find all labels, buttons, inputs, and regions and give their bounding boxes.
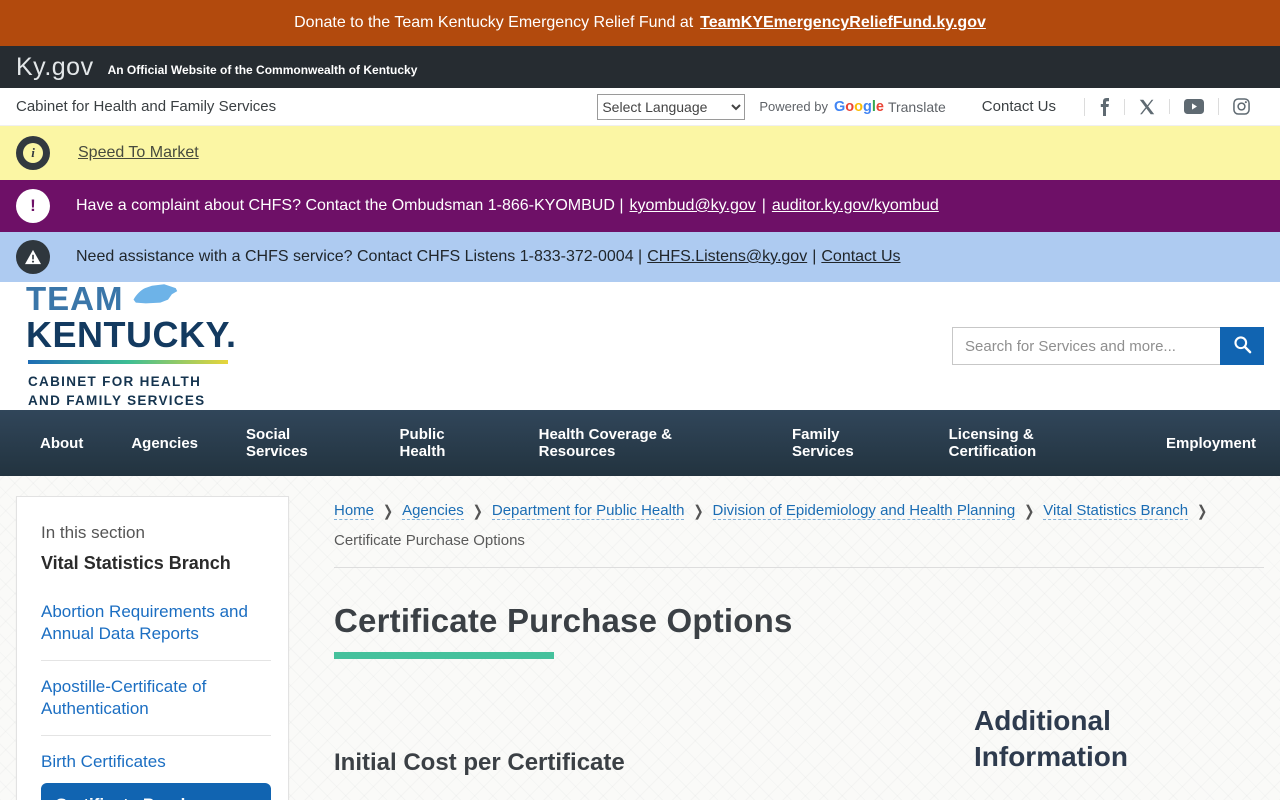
translate-label: Translate [888,99,946,115]
left-column: Initial Cost per Certificate [334,659,974,777]
sidebar-section-title: Vital Statistics Branch [41,553,271,574]
breadcrumb-agencies[interactable]: Agencies [402,502,464,520]
chevron-right-icon: ❯ [473,498,483,523]
instagram-icon[interactable] [1218,98,1264,115]
nav-item-social-services[interactable]: Social Services [222,426,376,460]
initial-cost-heading: Initial Cost per Certificate [334,749,974,777]
warning-icon [16,240,50,274]
breadcrumb-vital-statistics[interactable]: Vital Statistics Branch [1043,502,1188,520]
google-translate-attribution: Powered by Google Translate [759,99,945,115]
chfs-listens-text: Need assistance with a CHFS service? Con… [76,248,642,266]
logo-cabinet-line2: AND FAMILY SERVICES [28,392,237,410]
ombudsman-text: Have a complaint about CHFS? Contact the… [76,197,624,215]
title-accent-bar [334,652,554,659]
official-tagline: An Official Website of the Commonwealth … [108,63,418,77]
agency-bar: Cabinet for Health and Family Services S… [0,88,1280,126]
official-bar: Ky.gov An Official Website of the Common… [0,46,1280,88]
contact-us-alert-link[interactable]: Contact Us [821,248,900,266]
page-title: Certificate Purchase Options [334,602,1264,640]
chevron-right-icon: ❯ [1197,498,1207,523]
breadcrumb: Home ❯ Agencies ❯ Department for Public Heal… [334,498,1264,553]
sidebar-item-birth-certificates[interactable]: Birth Certificates [41,736,271,783]
content-columns: Initial Cost per Certificate Additional … [334,659,1264,777]
x-icon[interactable] [1124,99,1169,115]
site-search [952,327,1264,365]
donate-link[interactable]: TeamKYEmergencyReliefFund.ky.gov [700,14,986,32]
breadcrumb-public-health[interactable]: Department for Public Health [492,502,685,520]
nav-item-health-coverage[interactable]: Health Coverage & Resources [515,426,768,460]
sidebar-item-abortion-reports[interactable]: Abortion Requirements and Annual Data Re… [41,586,271,661]
agency-name: Cabinet for Health and Family Services [16,98,276,115]
breadcrumb-epidemiology[interactable]: Division of Epidemiology and Health Plan… [713,502,1016,520]
chfs-listens-email-link[interactable]: CHFS.Listens@ky.gov [647,248,807,266]
sidebar-eyebrow: In this section [41,523,271,543]
chfs-listens-alert: Need assistance with a CHFS service? Con… [0,232,1280,282]
chevron-right-icon: ❯ [1024,498,1034,523]
youtube-icon[interactable] [1169,99,1218,114]
chevron-right-icon: ❯ [693,498,703,523]
powered-by-label: Powered by [759,99,828,114]
speed-to-market-alert: i Speed To Market [0,126,1280,180]
google-logo: Google [834,99,884,115]
search-input[interactable] [952,327,1220,365]
social-links [1084,95,1264,119]
main-column: Home ❯ Agencies ❯ Department for Public Heal… [334,476,1264,777]
search-button[interactable] [1220,327,1264,365]
nav-item-family-services[interactable]: Family Services [768,426,925,460]
logo-cabinet-line1: CABINET FOR HEALTH [28,373,237,391]
right-column: Additional Information [974,659,1264,775]
kygov-brand[interactable]: Ky.gov [16,53,94,82]
logo-gradient-bar [28,360,228,364]
nav-item-employment[interactable]: Employment [1142,435,1280,452]
additional-information-heading: Additional Information [974,703,1184,775]
kentucky-state-icon [132,283,178,311]
donate-banner: Donate to the Team Kentucky Emergency Re… [0,0,1280,46]
separator: | [762,197,766,215]
team-kentucky-logo[interactable]: TEAM KENTUCKY. CABINET FOR HEALTH AND FA… [26,282,237,409]
separator: | [812,248,816,266]
nav-item-licensing[interactable]: Licensing & Certification [925,426,1142,460]
site-header: TEAM KENTUCKY. CABINET FOR HEALTH AND FA… [0,282,1280,410]
sidebar-item-apostille[interactable]: Apostille-Certificate of Authentication [41,661,271,736]
nav-item-public-health[interactable]: Public Health [376,426,515,460]
breadcrumb-home[interactable]: Home [334,502,374,520]
donate-text: Donate to the Team Kentucky Emergency Re… [294,14,693,32]
contact-us-link[interactable]: Contact Us [982,98,1056,115]
info-icon: i [16,136,50,170]
nav-item-agencies[interactable]: Agencies [107,435,222,452]
facebook-icon[interactable] [1084,98,1124,116]
primary-nav: About Agencies Social Services Public He… [0,410,1280,476]
section-sidebar: In this section Vital Statistics Branch … [16,496,289,800]
logo-kentucky-text: KENTUCKY. [26,317,237,353]
chevron-right-icon: ❯ [383,498,393,523]
breadcrumb-current: Certificate Purchase Options [334,528,1264,554]
speed-to-market-link[interactable]: Speed To Market [78,144,199,162]
sidebar-item-certificate-purchase-options-active[interactable]: Certificate Purchase Options [41,783,271,800]
kyombud-email-link[interactable]: kyombud@ky.gov [630,197,756,215]
logo-team-text: TEAM [26,282,124,315]
search-icon [1233,335,1252,357]
nav-item-about[interactable]: About [16,435,107,452]
alert-circle-icon: ! [16,189,50,223]
ombudsman-alert: ! Have a complaint about CHFS? Contact t… [0,180,1280,232]
divider [334,567,1264,568]
language-select[interactable]: Select Language [597,94,745,120]
content-region: In this section Vital Statistics Branch … [0,476,1280,800]
auditor-link[interactable]: auditor.ky.gov/kyombud [772,197,939,215]
